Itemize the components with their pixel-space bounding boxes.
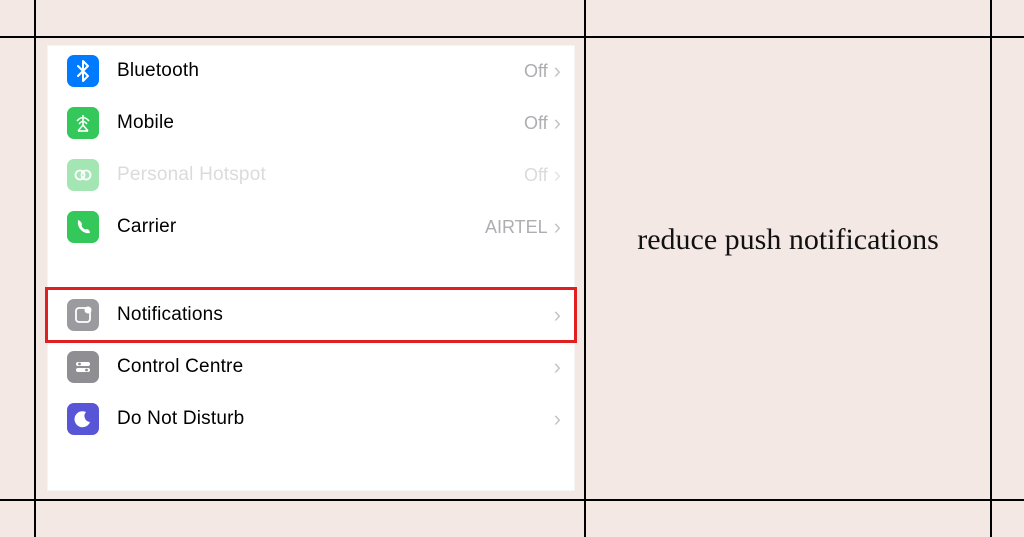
chevron-right-icon: › — [554, 164, 561, 186]
chevron-right-icon: › — [554, 356, 561, 378]
settings-row-personal-hotspot[interactable]: Personal Hotspot Off › — [47, 149, 575, 201]
chevron-right-icon: › — [554, 408, 561, 430]
grid-line — [0, 499, 1024, 501]
section-gap — [47, 253, 575, 289]
settings-row-do-not-disturb[interactable]: Do Not Disturb › — [47, 393, 575, 445]
ios-settings-panel: Bluetooth Off › Mobile Off › Personal Ho… — [47, 45, 575, 491]
hotspot-icon — [67, 159, 99, 191]
row-value: AIRTEL — [485, 217, 548, 238]
row-label: Bluetooth — [117, 60, 524, 82]
bluetooth-icon — [67, 55, 99, 87]
carrier-icon — [67, 211, 99, 243]
control-centre-icon — [67, 351, 99, 383]
chevron-right-icon: › — [554, 304, 561, 326]
settings-row-carrier[interactable]: Carrier AIRTEL › — [47, 201, 575, 253]
grid-line — [584, 0, 586, 537]
mobile-icon — [67, 107, 99, 139]
grid-line — [0, 36, 1024, 38]
row-label: Mobile — [117, 112, 524, 134]
grid-line — [990, 0, 992, 537]
chevron-right-icon: › — [554, 112, 561, 134]
notifications-icon — [67, 299, 99, 331]
dnd-icon — [67, 403, 99, 435]
settings-row-bluetooth[interactable]: Bluetooth Off › — [47, 45, 575, 97]
row-value: Off — [524, 113, 548, 134]
chevron-right-icon: › — [554, 216, 561, 238]
settings-row-mobile[interactable]: Mobile Off › — [47, 97, 575, 149]
row-label: Personal Hotspot — [117, 164, 524, 186]
settings-row-notifications[interactable]: Notifications › — [47, 289, 575, 341]
row-value: Off — [524, 61, 548, 82]
chevron-right-icon: › — [554, 60, 561, 82]
row-label: Carrier — [117, 216, 485, 238]
row-value: Off — [524, 165, 548, 186]
row-label: Notifications — [117, 304, 548, 326]
caption-text: reduce push notifications — [618, 220, 958, 259]
settings-row-control-centre[interactable]: Control Centre › — [47, 341, 575, 393]
row-label: Do Not Disturb — [117, 408, 548, 430]
row-label: Control Centre — [117, 356, 548, 378]
grid-line — [34, 0, 36, 537]
